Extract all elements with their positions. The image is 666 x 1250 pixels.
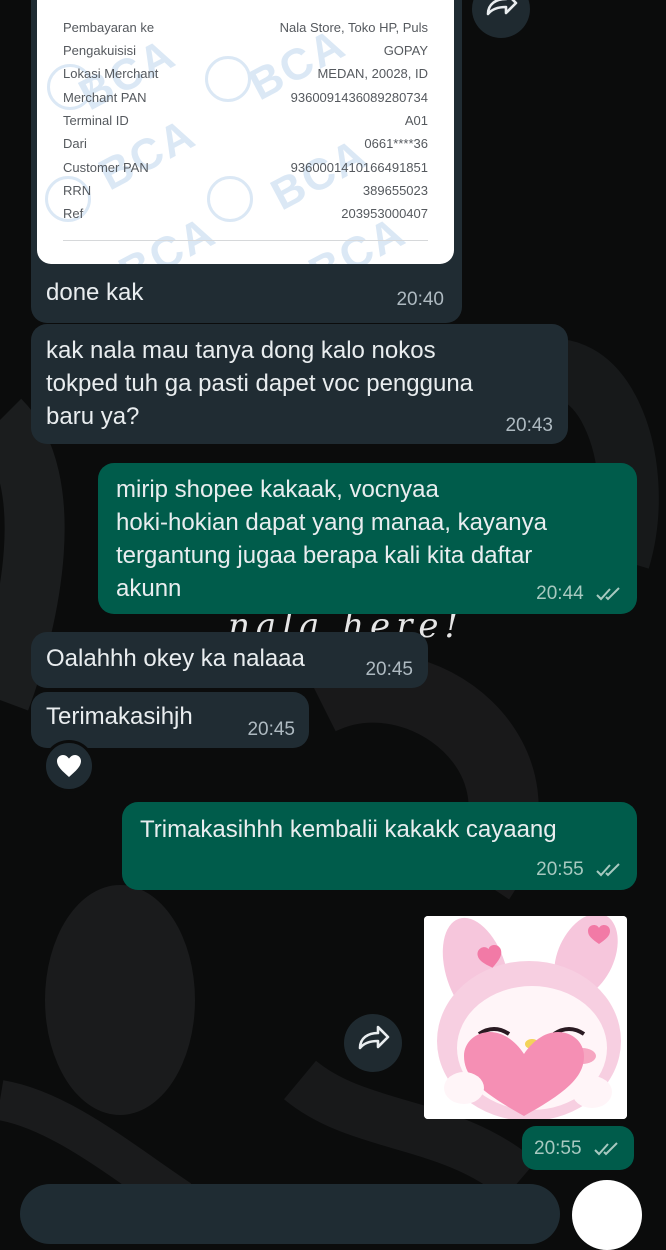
- receipt-row: Merchant PAN 9360091436089280734: [63, 90, 428, 105]
- sticker-image[interactable]: [424, 916, 627, 1119]
- receipt-image[interactable]: BCA BCA BCA BCA BCA BCA Pembayaran ke Nal…: [37, 0, 454, 264]
- receipt-row: RRN 389655023: [63, 183, 428, 198]
- double-check-icon: [594, 1142, 618, 1156]
- incoming-message-bubble[interactable]: Oalahhh okey ka nalaaa 20:45: [31, 632, 428, 688]
- receipt-message-bubble[interactable]: BCA BCA BCA BCA BCA BCA Pembayaran ke Nal…: [31, 0, 462, 323]
- forward-icon: [486, 0, 518, 16]
- receipt-row: Customer PAN 9360001410166491851: [63, 160, 428, 175]
- message-time: 20:45: [247, 719, 295, 740]
- message-text: kak nala mau tanya dong kalo nokos tokpe…: [46, 337, 474, 430]
- message-time: 20:55: [534, 1138, 621, 1160]
- message-time-text: 20:44: [536, 583, 584, 604]
- message-text: Terimakasihjh: [46, 703, 193, 730]
- message-time-text: 20:55: [536, 859, 584, 880]
- message-text: done kak: [46, 279, 144, 306]
- white-heart-icon: [57, 755, 81, 777]
- receipt-row: Ref 203953000407: [63, 206, 428, 221]
- message-reaction[interactable]: [43, 740, 95, 792]
- message-time: 20:44: [536, 583, 623, 605]
- forward-button[interactable]: [344, 1014, 402, 1072]
- receipt-row: Lokasi Merchant MEDAN, 20028, ID: [63, 66, 428, 81]
- double-check-icon: [596, 587, 620, 601]
- double-check-icon: [596, 863, 620, 877]
- message-time: 20:43: [505, 415, 553, 436]
- receipt-row: Dari 0661****36: [63, 136, 428, 151]
- outgoing-message-bubble[interactable]: mirip shopee kakaak, vocnyaa hoki-hokian…: [98, 463, 637, 614]
- message-text: Oalahhh okey ka nalaaa: [46, 645, 305, 672]
- incoming-message-bubble[interactable]: kak nala mau tanya dong kalo nokos tokpe…: [31, 324, 568, 444]
- forward-icon: [358, 1025, 390, 1050]
- receipt-row: Pembayaran ke Nala Store, Toko HP, Puls: [63, 20, 428, 35]
- sticker-time-pill: 20:55: [522, 1126, 634, 1170]
- message-time-text: 20:55: [534, 1138, 582, 1159]
- message-input-bar[interactable]: [20, 1184, 560, 1244]
- receipt-row: Terminal ID A01: [63, 113, 428, 128]
- message-time: 20:45: [365, 659, 413, 680]
- outgoing-message-bubble[interactable]: Trimakasihhh kembalii kakakk cayaang 20:…: [122, 802, 637, 890]
- receipt-row: Pengakuisisi GOPAY: [63, 43, 428, 58]
- send-button[interactable]: [572, 1180, 642, 1250]
- message-text: mirip shopee kakaak, vocnyaa hoki-hokian…: [116, 476, 547, 602]
- bunny-sticker-illustration: [424, 916, 627, 1119]
- message-time: 20:55: [536, 859, 623, 881]
- receipt-divider: [63, 240, 428, 241]
- forward-button[interactable]: [472, 0, 530, 38]
- message-time: 20:40: [396, 289, 444, 310]
- message-text: Trimakasihhh kembalii kakakk cayaang: [140, 816, 557, 843]
